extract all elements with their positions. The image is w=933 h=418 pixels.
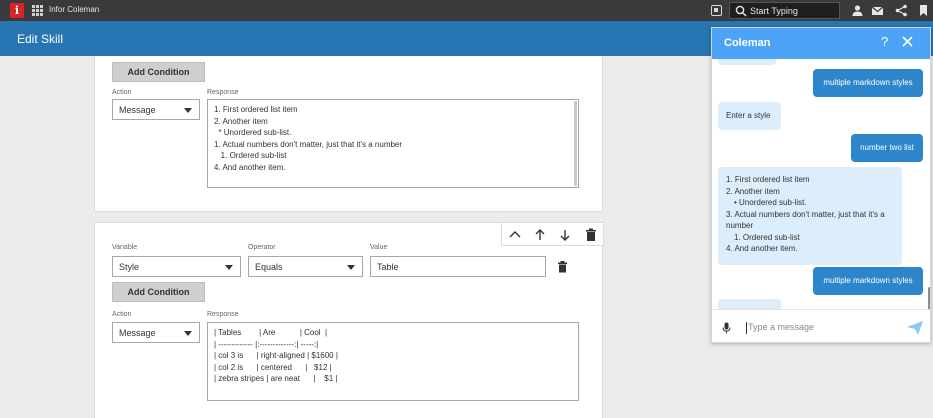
chat-input-bar: Type a message: [712, 309, 930, 342]
bookmark-icon[interactable]: [917, 4, 930, 17]
bookmark-square-icon[interactable]: [711, 5, 722, 16]
coleman-chat-panel: Coleman ? multiple markdown styles Enter…: [711, 27, 931, 343]
response-line: 2. Another item: [214, 116, 268, 126]
value-label: Value: [370, 244, 388, 251]
user-message-text: number two list: [860, 143, 914, 152]
response-line: 1. First ordered list item: [214, 105, 298, 114]
arrow-down-icon[interactable]: [556, 226, 574, 244]
infor-logo[interactable]: i: [10, 3, 24, 18]
add-condition-button[interactable]: Add Condition: [112, 62, 205, 82]
operator-select-value: Equals: [255, 262, 283, 272]
condition-card: Add Condition Action Message Response 1.…: [94, 56, 603, 212]
action-select-value: Message: [119, 328, 156, 338]
user-message-text: multiple markdown styles: [823, 276, 913, 285]
help-icon[interactable]: ?: [881, 34, 888, 49]
text-cursor: [746, 322, 747, 334]
response-line: | zebra stripes | are neat | $1 |: [214, 374, 338, 384]
bot-list-subitem: • Unordered sub-list.: [734, 198, 807, 207]
response-label: Response: [207, 89, 239, 96]
variable-label: Variable: [112, 244, 138, 251]
bot-message: [718, 59, 776, 65]
action-label: Action: [112, 311, 132, 318]
value-input-text: Table: [377, 262, 399, 272]
bot-list-item: 1. First ordered list item: [726, 175, 810, 184]
mail-icon[interactable]: [871, 4, 884, 17]
action-label: Action: [112, 89, 132, 96]
operator-select[interactable]: Equals: [248, 256, 363, 277]
bot-message: 1. First ordered list item 2. Another it…: [718, 167, 902, 265]
row-toolbar: [501, 222, 604, 246]
bot-list-item: 4. And another item.: [726, 244, 798, 253]
response-line: 1. Actual numbers don't matter, just tha…: [214, 139, 403, 149]
bot-list-subitem: 1. Ordered sub-list: [734, 232, 800, 242]
response-line: 4. And another item.: [214, 162, 286, 172]
response-line: * Unordered sub-list.: [214, 128, 292, 138]
app-name: Infor Coleman: [49, 5, 100, 14]
variable-select[interactable]: Style: [112, 256, 241, 277]
chevron-up-icon[interactable]: [506, 226, 524, 244]
user-message: multiple markdown styles: [813, 69, 923, 97]
user-message-text: multiple markdown styles: [823, 78, 913, 87]
microphone-icon[interactable]: [722, 322, 731, 334]
response-label: Response: [207, 311, 239, 318]
response-textarea[interactable]: | Tables | Are | Cool | | ------------- …: [207, 322, 579, 401]
chevron-down-icon: [184, 331, 192, 336]
user-message: number two list: [851, 134, 923, 162]
top-bar: i Infor Coleman Start Typing: [0, 0, 933, 21]
chat-title: Coleman: [724, 37, 771, 49]
search-input[interactable]: Start Typing: [729, 2, 840, 19]
bot-message-text: Enter a style: [726, 111, 771, 120]
action-select[interactable]: Message: [112, 99, 200, 120]
response-line: | ------------- |:-------------:| -----:…: [214, 339, 319, 349]
value-input[interactable]: Table: [370, 256, 546, 277]
operator-label: Operator: [248, 244, 276, 251]
search-placeholder: Start Typing: [750, 6, 798, 16]
chevron-down-icon: [347, 265, 355, 270]
trash-icon[interactable]: [582, 226, 600, 244]
condition-card: Variable Style Operator Equals Value Tab…: [94, 222, 604, 418]
bot-list-item: 3. Actual numbers don't matter, just tha…: [726, 209, 885, 231]
share-icon[interactable]: [895, 4, 908, 17]
variable-select-value: Style: [119, 262, 140, 272]
textarea-scrollbar[interactable]: [574, 101, 577, 186]
bot-message: Enter a style: [718, 102, 781, 130]
chat-messages: multiple markdown styles Enter a style n…: [712, 59, 930, 309]
action-select[interactable]: Message: [112, 322, 200, 343]
send-icon[interactable]: [907, 321, 923, 335]
close-icon[interactable]: [901, 35, 914, 48]
response-line: | col 3 is | right-aligned | $1600 |: [214, 351, 338, 361]
message-input[interactable]: Type a message: [748, 322, 814, 332]
chat-header: Coleman ?: [712, 28, 930, 59]
response-line: 1. Ordered sub-list: [214, 151, 287, 161]
chat-scrollbar[interactable]: [928, 287, 930, 309]
user-icon[interactable]: [851, 4, 864, 17]
response-line: | Tables | Are | Cool |: [214, 328, 328, 337]
response-line: | col 2 is | centered | $12 |: [214, 362, 332, 372]
response-textarea[interactable]: 1. First ordered list item 2. Another it…: [207, 99, 579, 188]
arrow-up-icon[interactable]: [531, 226, 549, 244]
chevron-down-icon: [184, 108, 192, 113]
user-message: multiple markdown styles: [813, 267, 923, 295]
delete-condition-icon[interactable]: [557, 261, 568, 273]
chevron-down-icon: [225, 265, 233, 270]
bot-list-item: 2. Another item: [726, 186, 780, 196]
app-grid-icon[interactable]: [32, 5, 43, 16]
add-condition-button[interactable]: Add Condition: [112, 282, 205, 302]
search-icon: [735, 5, 747, 17]
page-title: Edit Skill: [17, 32, 64, 46]
bot-message: [718, 299, 781, 309]
action-select-value: Message: [119, 105, 156, 115]
